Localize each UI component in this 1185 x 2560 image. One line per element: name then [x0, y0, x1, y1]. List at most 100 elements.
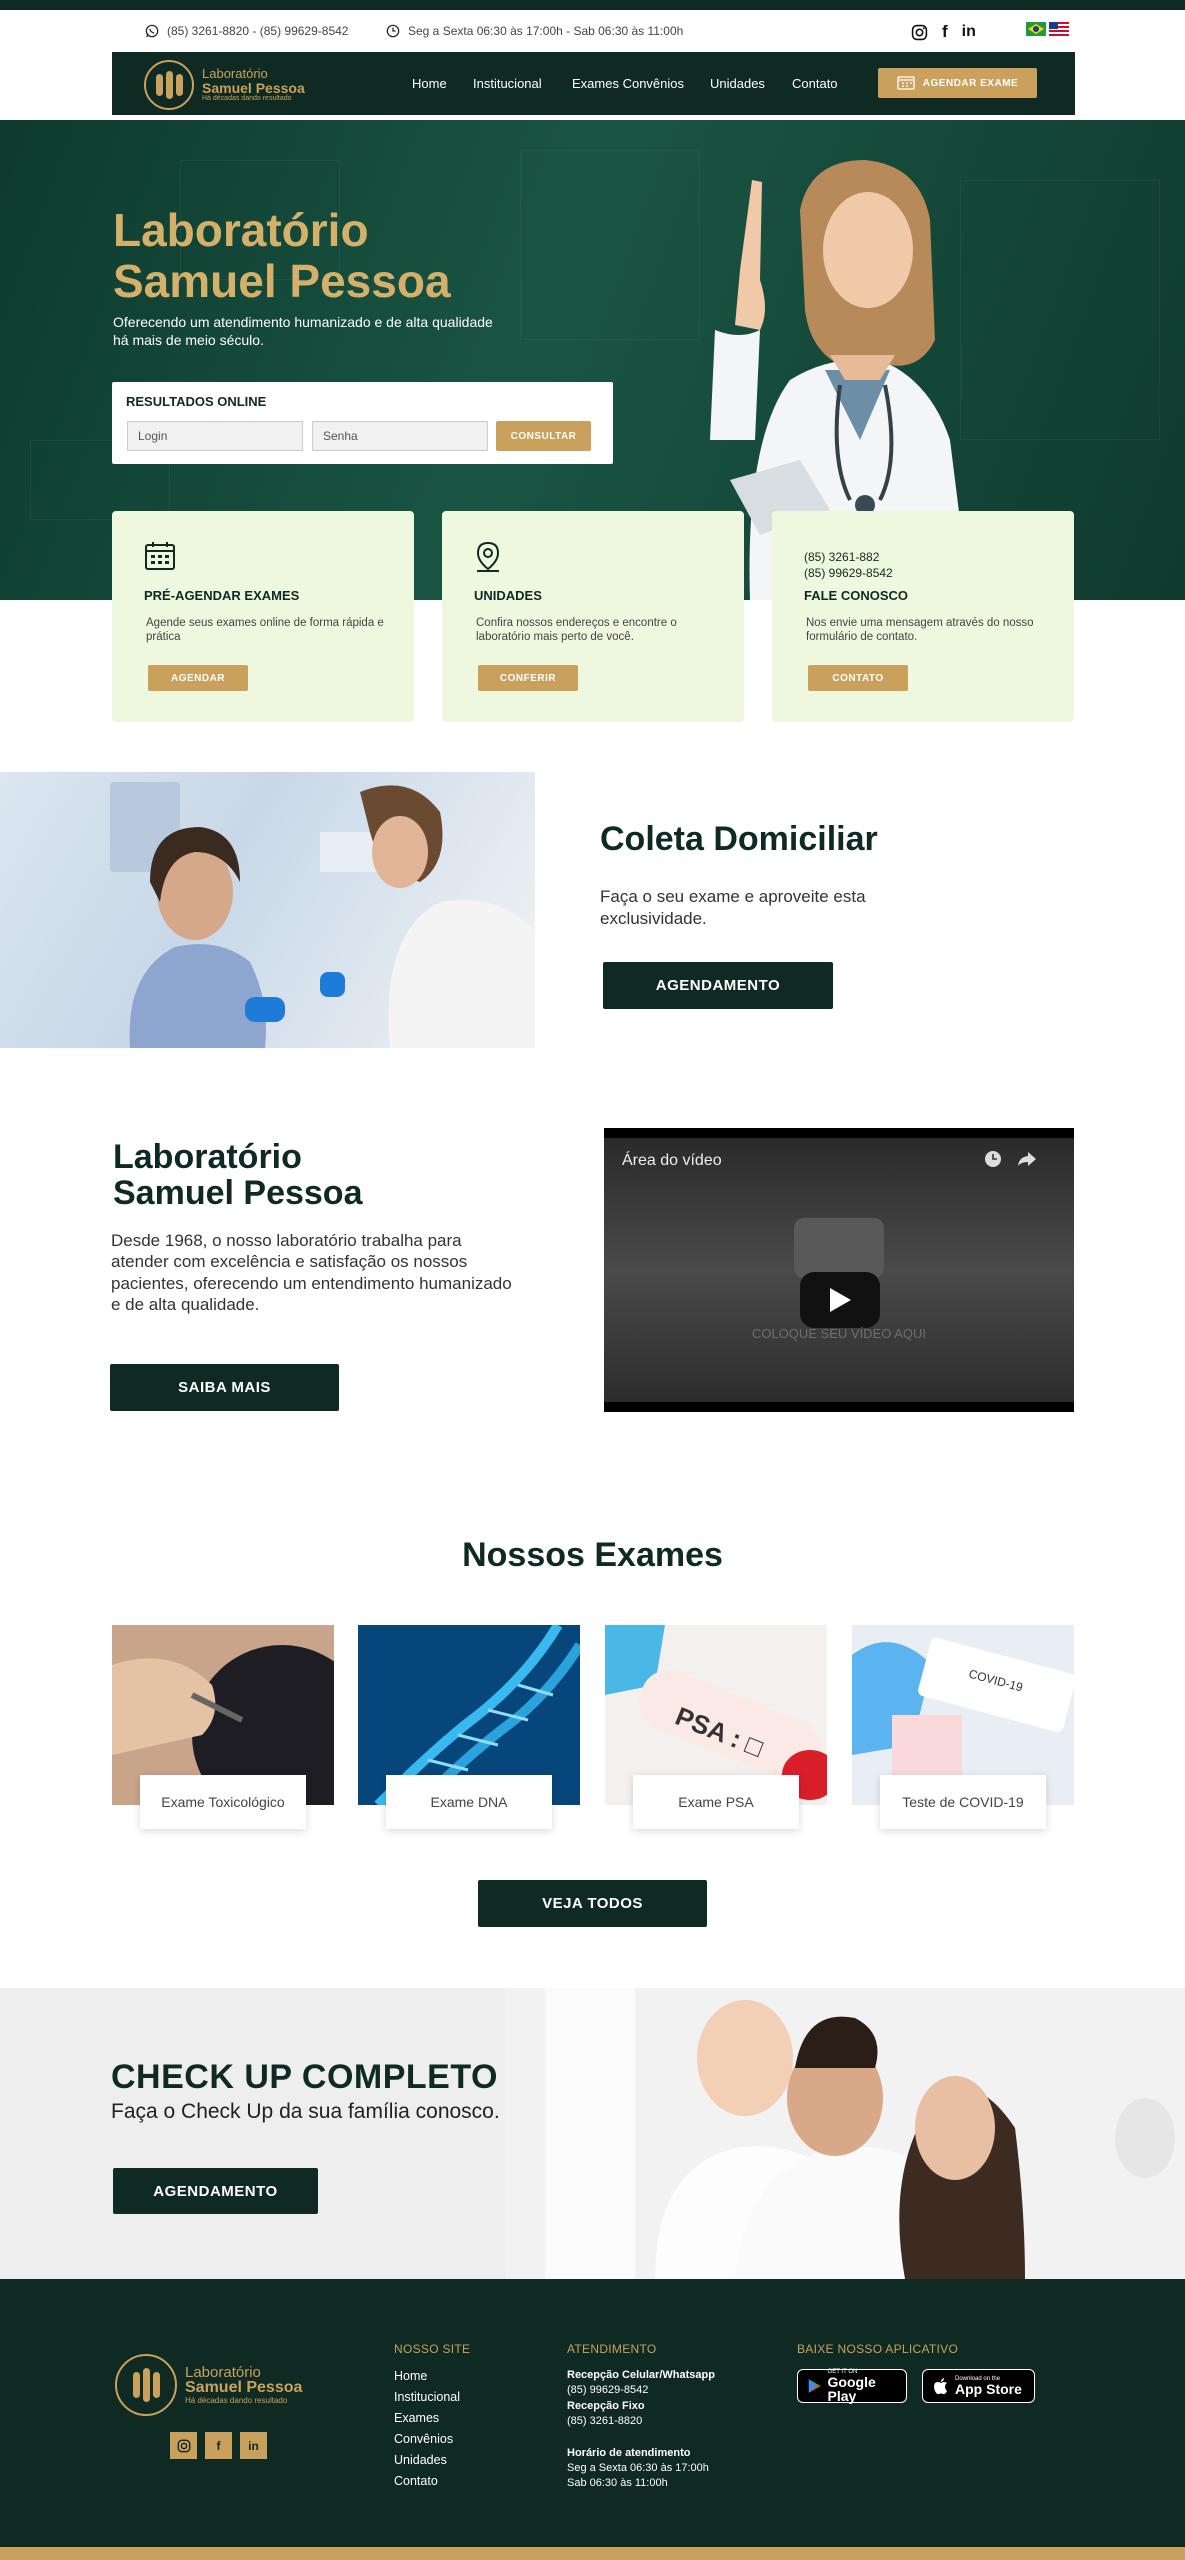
agendar-button[interactable]: AGENDAR [148, 665, 248, 691]
brand-logo[interactable]: Laboratório Samuel Pessoa Há décadas dan… [144, 60, 305, 110]
play-button[interactable] [800, 1272, 880, 1328]
google-play-icon [808, 2379, 821, 2393]
nav-exames-convenios[interactable]: Exames Convênios [572, 76, 684, 91]
footer-cel-value: (85) 99629-8542 [567, 2384, 649, 2396]
coleta-image [0, 772, 535, 1048]
exam-label[interactable]: Exame Toxicológico [140, 1775, 306, 1829]
about-title-line1: Laboratório [113, 1138, 302, 1176]
exam-label[interactable]: Teste de COVID-19 [880, 1775, 1046, 1829]
social-links: f in [911, 22, 976, 42]
about-title: Laboratório Samuel Pessoa [113, 1138, 363, 1212]
card-desc: Nos envie uma mensagem através do nosso … [806, 617, 1034, 644]
footer-hours-line2: Sab 06:30 às 11:00h [567, 2477, 668, 2489]
share-icon[interactable] [1016, 1150, 1038, 1168]
about-title-line2: Samuel Pessoa [113, 1173, 363, 1212]
phone-info: (85) 3261-8820 - (85) 99629-8542 [145, 24, 348, 38]
consultar-button[interactable]: CONSULTAR [496, 421, 591, 451]
play-icon [830, 1288, 851, 1312]
footer-fixo-value: (85) 3261-8820 [567, 2415, 643, 2427]
footer-instagram-icon[interactable] [170, 2432, 197, 2459]
exam-label[interactable]: Exame DNA [386, 1775, 552, 1829]
footer-link-convenios[interactable]: Convênios [394, 2432, 453, 2446]
location-pin-icon [476, 541, 500, 572]
card-pre-agendar: PRÉ-AGENDAR EXAMES Agende seus exames on… [112, 511, 414, 722]
instagram-icon[interactable] [911, 24, 928, 41]
card-desc: Agende seus exames online de forma rápid… [146, 617, 384, 644]
coleta-title: Coleta Domiciliar [600, 820, 878, 858]
card-phone-2: (85) 99629-8542 [804, 566, 893, 581]
usa-flag-icon[interactable] [1049, 22, 1069, 36]
footer-site-title: NOSSO SITE [394, 2342, 471, 2356]
footer-hours-line1: Seg a Sexta 06:30 às 17:00h [567, 2462, 709, 2474]
veja-todos-button[interactable]: VEJA TODOS [478, 1880, 707, 1927]
card-fale-conosco: (85) 3261-882 (85) 99629-8542 FALE CONOS… [772, 511, 1074, 722]
card-title: UNIDADES [474, 588, 542, 603]
logo-line2: Samuel Pessoa [202, 79, 305, 96]
about-text: Desde 1968, o nosso laboratório trabalha… [111, 1231, 512, 1314]
results-title: RESULTADOS ONLINE [126, 394, 267, 409]
footer-link-exames[interactable]: Exames [394, 2411, 439, 2425]
footer-facebook-icon[interactable]: f [205, 2432, 232, 2459]
nav-home[interactable]: Home [412, 76, 447, 91]
footer-logo-line2: Samuel Pessoa [185, 2379, 303, 2397]
linkedin-icon[interactable]: in [962, 23, 976, 41]
card-phones: (85) 3261-882 (85) 99629-8542 [804, 549, 893, 581]
nav-unidades[interactable]: Unidades [710, 76, 765, 91]
nav-institucional[interactable]: Institucional [473, 76, 542, 91]
footer-logo-line1: Laboratório [185, 2363, 261, 2381]
coleta-agendamento-button[interactable]: AGENDAMENTO [603, 962, 833, 1009]
hours-info: Seg a Sexta 06:30 às 17:00h - Sab 06:30 … [386, 24, 683, 38]
logo-line1: Laboratório [202, 66, 268, 82]
card-title: FALE CONOSCO [804, 588, 909, 603]
hero-title: Laboratório Samuel Pessoa [113, 205, 451, 306]
brazil-flag-icon[interactable] [1026, 22, 1046, 36]
password-input[interactable]: Senha [312, 421, 488, 451]
login-input[interactable]: Login [127, 421, 303, 451]
apple-icon [934, 2378, 947, 2395]
checkup-agendamento-button[interactable]: AGENDAMENTO [113, 2168, 318, 2214]
results-online-box: RESULTADOS ONLINE Login Senha CONSULTAR [112, 382, 613, 464]
family-image [505, 1988, 1185, 2279]
footer-link-unidades[interactable]: Unidades [394, 2453, 447, 2467]
hero-title-line2: Samuel Pessoa [113, 254, 451, 307]
card-title: PRÉ-AGENDAR EXAMES [144, 588, 300, 603]
agendar-exame-label: AGENDAR EXAME [922, 77, 1019, 89]
conferir-button[interactable]: CONFERIR [478, 665, 578, 691]
saiba-mais-button[interactable]: SAIBA MAIS [110, 1364, 339, 1411]
footer-link-home[interactable]: Home [394, 2369, 427, 2383]
app-store-button[interactable]: Download on the App Store [922, 2369, 1035, 2403]
checkup-section [0, 1988, 1185, 2279]
footer-linkedin-icon[interactable]: in [240, 2432, 267, 2459]
card-desc: Confira nossos endereços e encontre o la… [476, 617, 677, 644]
exams-title: Nossos Exames [462, 1536, 723, 1574]
agendar-exame-button[interactable]: AGENDAR EXAME [878, 68, 1037, 98]
top-accent-line [0, 0, 1185, 10]
apple-big: App Store [955, 2381, 1022, 2397]
logo-tagline: Há décadas dando resultado [202, 95, 292, 103]
facebook-icon[interactable]: f [942, 22, 948, 42]
watch-later-icon[interactable] [984, 1150, 1002, 1168]
hero-subtitle: Oferecendo um atendimento humanizado e d… [113, 314, 493, 349]
card-phone-1: (85) 3261-882 [804, 550, 880, 564]
footer-link-contato[interactable]: Contato [394, 2474, 438, 2488]
calendar-icon [897, 76, 915, 90]
calendar-icon [145, 542, 175, 570]
contato-button[interactable]: CONTATO [808, 665, 908, 691]
video-thumbnail [794, 1218, 884, 1278]
exam-label[interactable]: Exame PSA [633, 1775, 799, 1829]
coleta-subtitle: Faça o seu exame e aproveite esta exclus… [600, 887, 866, 929]
footer-bottom-accent [0, 2547, 1185, 2560]
footer-link-institucional[interactable]: Institucional [394, 2390, 460, 2404]
video-placeholder: COLOQUE SEU VÍDEO AQUI [751, 1326, 927, 1341]
google-play-button[interactable]: GET IT ON Google Play [797, 2369, 907, 2403]
main-navbar: Laboratório Samuel Pessoa Há décadas dan… [112, 52, 1075, 115]
whatsapp-icon [145, 24, 159, 38]
checkup-subtitle: Faça o Check Up da sua família conosco. [111, 2100, 500, 2123]
nav-contato[interactable]: Contato [792, 76, 838, 91]
footer-hours-label: Horário de atendimento [567, 2447, 691, 2459]
logo-mark-icon [144, 60, 194, 110]
video-player[interactable]: Área do vídeo COLOQUE SEU VÍDEO AQUI [604, 1128, 1074, 1412]
footer-logo[interactable]: Laboratório Samuel Pessoa Há décadas dan… [115, 2354, 302, 2416]
footer-atendimento-title: ATENDIMENTO [567, 2342, 657, 2356]
top-info-bar: (85) 3261-8820 - (85) 99629-8542 Seg a S… [0, 10, 1185, 54]
